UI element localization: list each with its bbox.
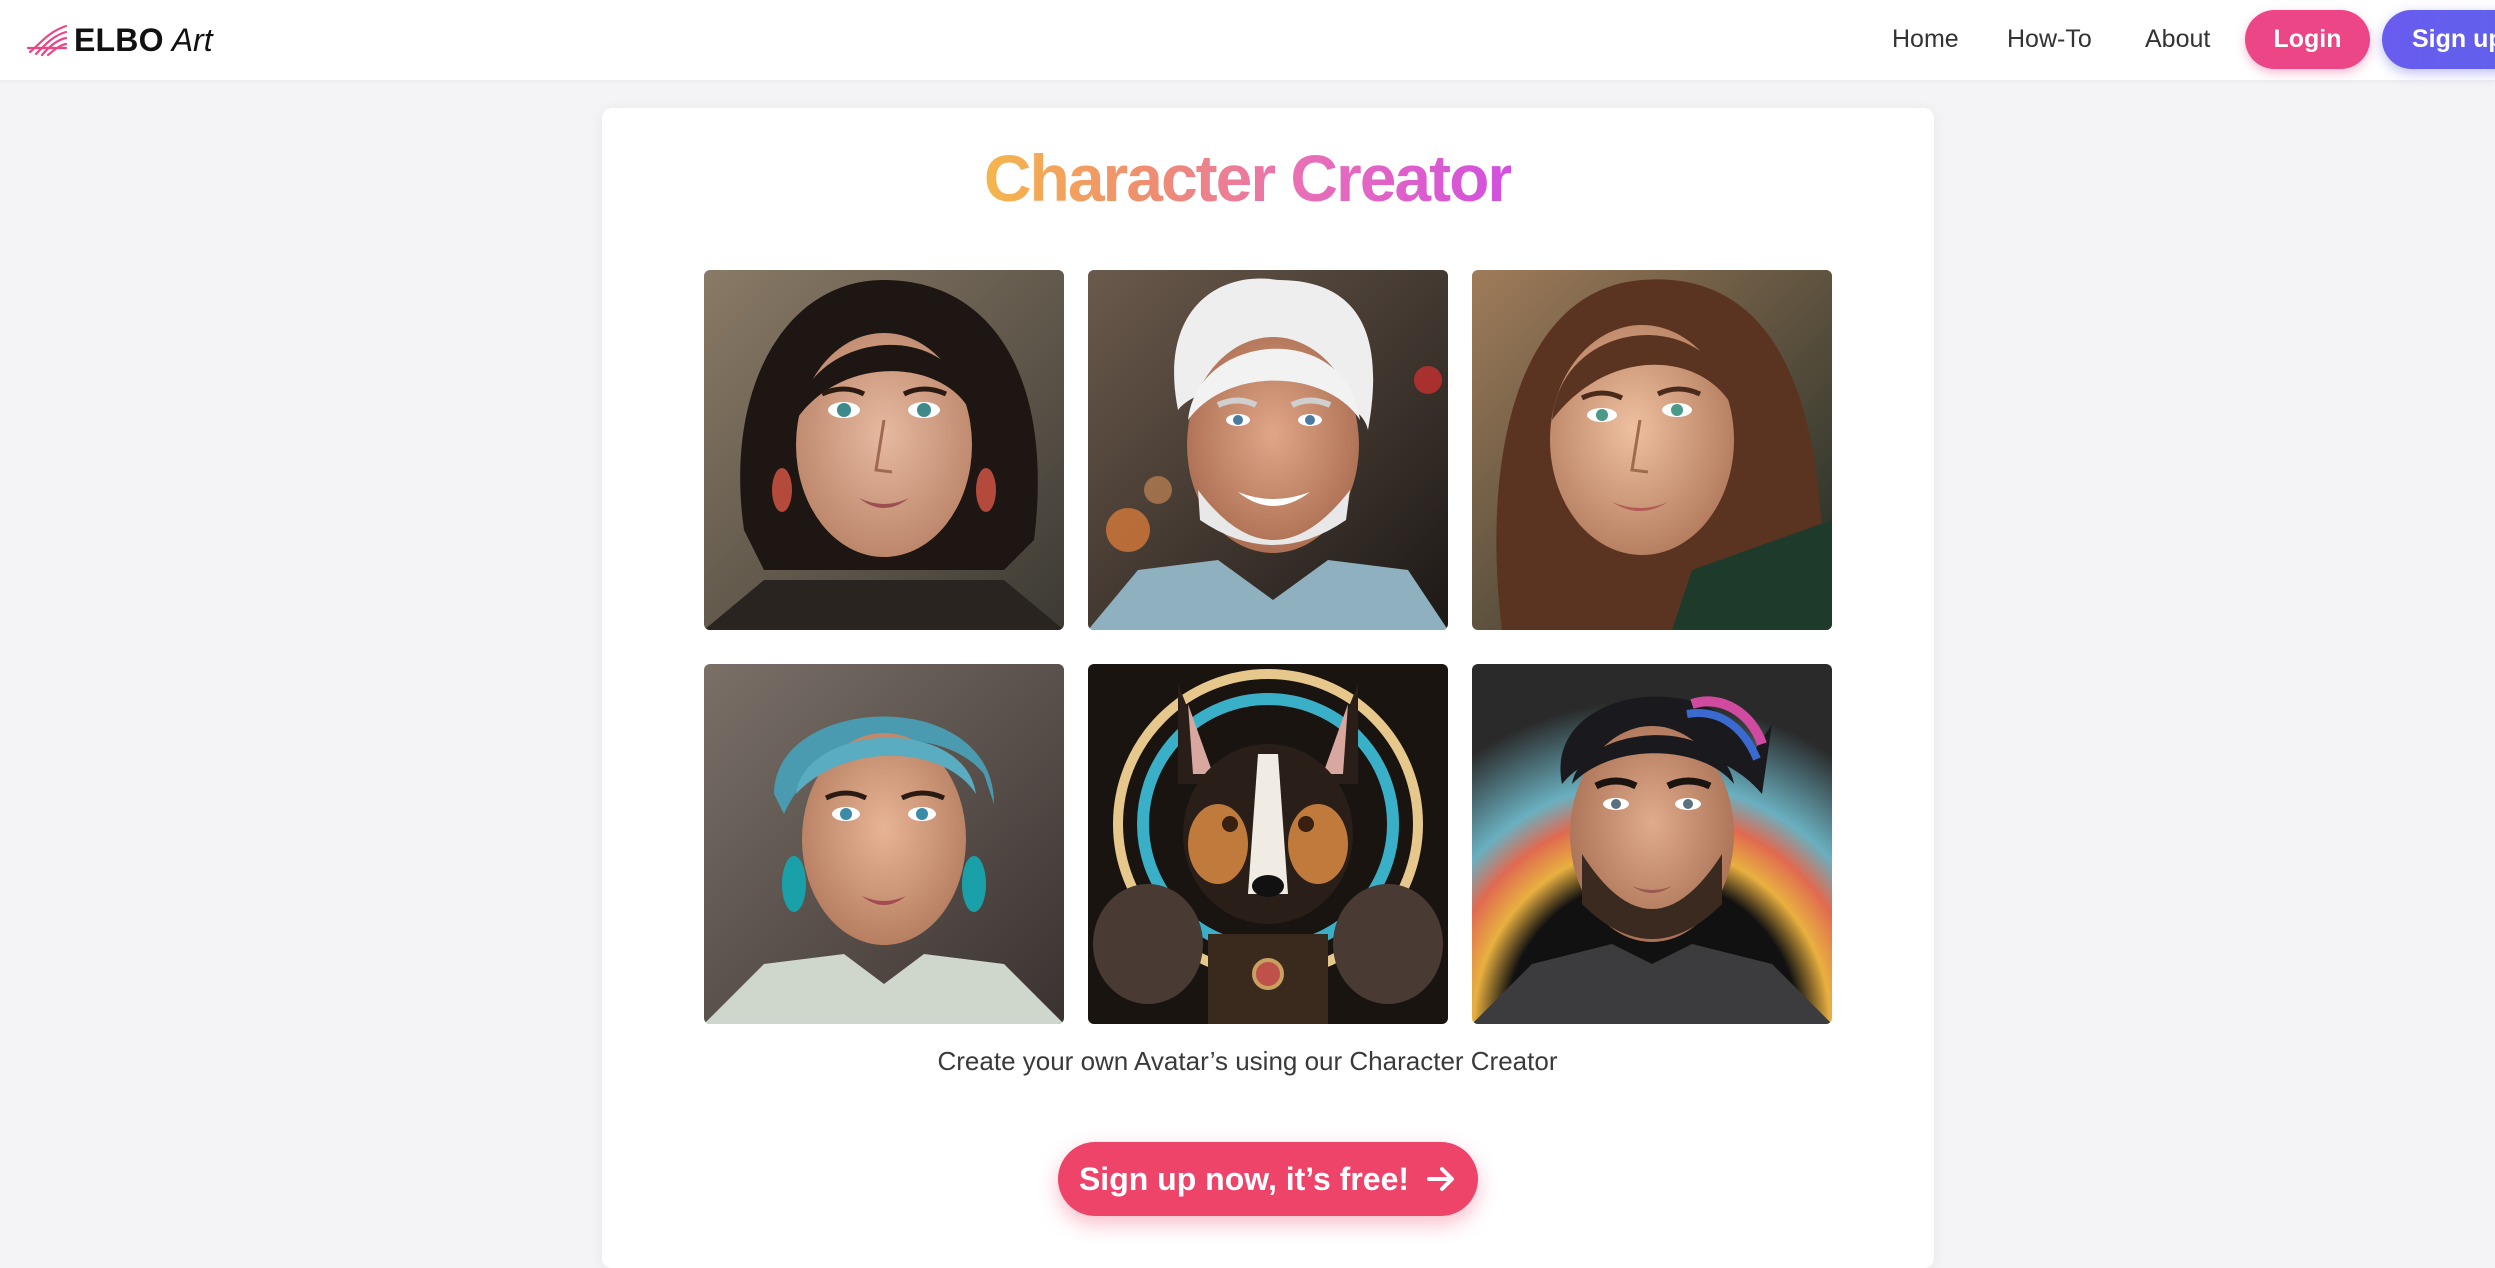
avatar-gallery [704, 270, 1832, 1024]
top-navbar: ELBO Art Home How-To About Login Sign up [0, 0, 2495, 80]
nav-link-home[interactable]: Home [1892, 25, 1959, 54]
brand-logo-icon [26, 24, 68, 57]
signup-cta-button[interactable]: Sign up now, it’s free! [1058, 1142, 1478, 1216]
gallery-item-woman-teal-hair[interactable] [704, 664, 1064, 1024]
signup-button[interactable]: Sign up [2382, 10, 2495, 69]
avatar-woman-brunette-image [1472, 270, 1832, 630]
brand-logo-link[interactable]: ELBO Art [26, 18, 213, 62]
avatar-woman-teal-hair-image [704, 664, 1064, 1024]
brand-name: ELBO [74, 21, 164, 58]
login-button[interactable]: Login [2245, 10, 2370, 69]
brand-subtitle: Art [171, 21, 213, 58]
gallery-item-woman-brunette[interactable] [1472, 270, 1832, 630]
page-title: Character Creator [0, 140, 2495, 216]
gallery-item-man-white-hair[interactable] [1088, 270, 1448, 630]
gallery-caption: Create your own Avatar’s using our Chara… [937, 1046, 1558, 1076]
nav-link-about[interactable]: About [2145, 25, 2210, 54]
arrow-right-icon [1427, 1167, 1455, 1191]
avatar-dog-portrait-image [1088, 664, 1448, 1024]
avatar-woman-dark-bob-image [704, 270, 1064, 630]
avatar-man-rainbow-hair-image [1472, 664, 1832, 1024]
gallery-item-man-rainbow-hair[interactable] [1472, 664, 1832, 1024]
page-title-text: Character Creator [983, 141, 1513, 215]
signup-cta-label: Sign up now, it’s free! [1078, 1160, 1410, 1197]
nav-link-how-to[interactable]: How-To [2007, 25, 2092, 54]
gallery-item-dog-portrait[interactable] [1088, 664, 1448, 1024]
avatar-man-white-hair-image [1088, 270, 1448, 630]
gallery-item-woman-dark-bob[interactable] [704, 270, 1064, 630]
